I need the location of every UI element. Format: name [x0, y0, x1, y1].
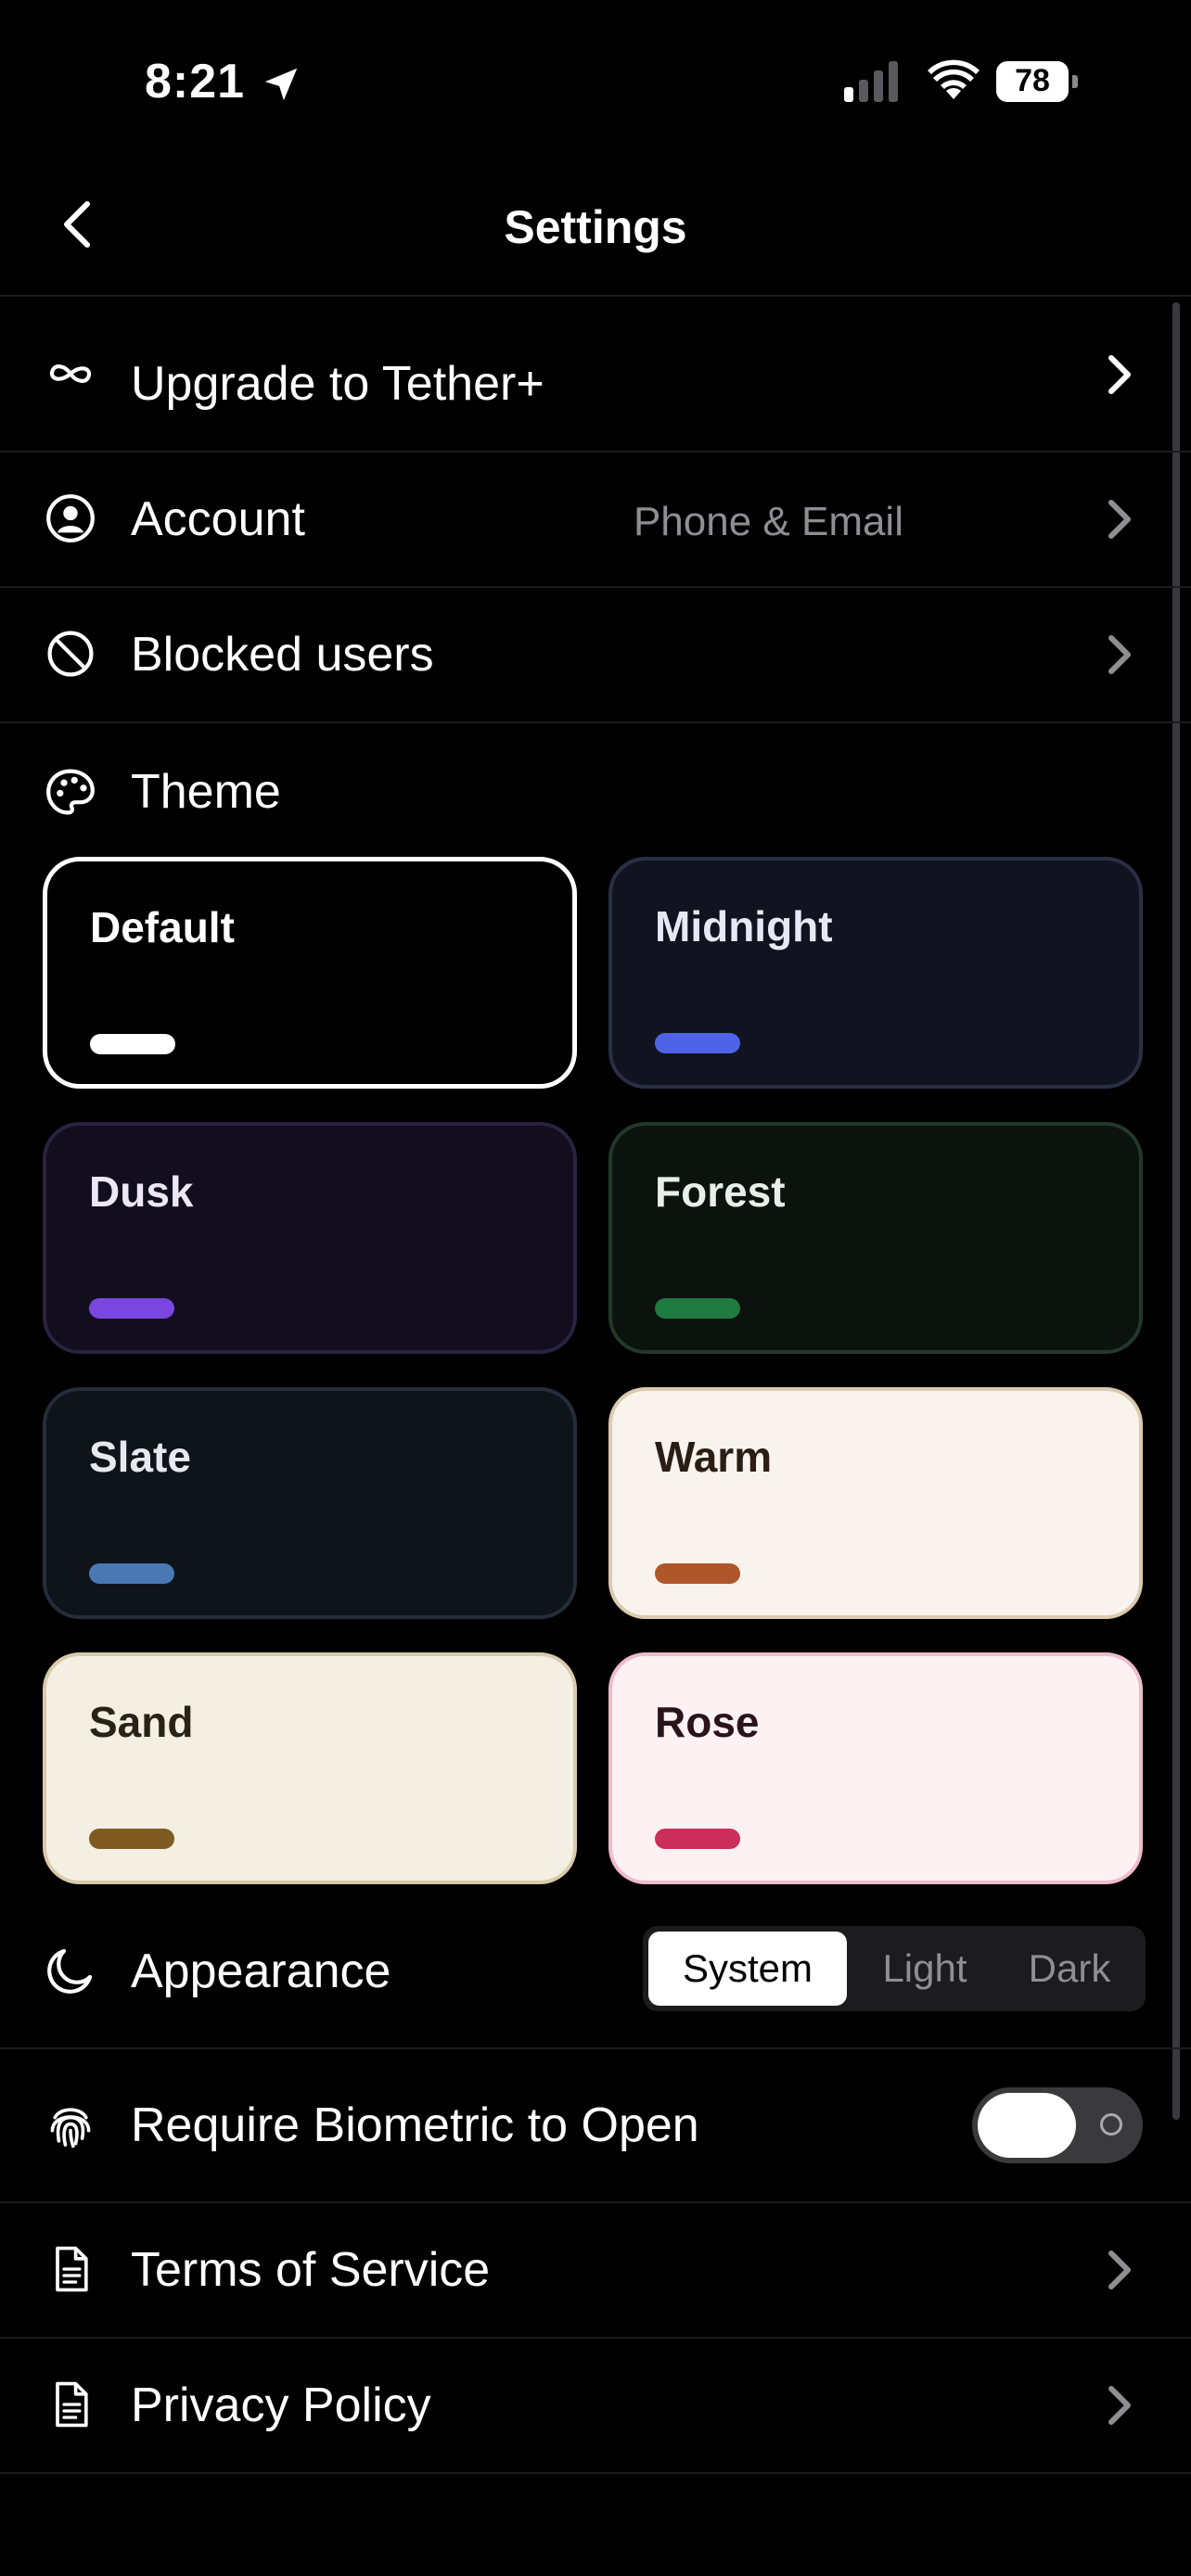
appearance-option-light[interactable]: Light	[851, 1932, 999, 2006]
status-bar: 8:21 78	[0, 0, 1191, 158]
theme-accent-swatch	[89, 1298, 174, 1319]
terms-label: Terms of Service	[131, 2243, 491, 2297]
appearance-label: Appearance	[131, 1945, 391, 1998]
theme-name: Forest	[655, 1167, 786, 1216]
theme-accent-swatch	[655, 1829, 740, 1849]
theme-name: Dusk	[89, 1167, 194, 1216]
theme-card-slate[interactable]: Slate	[43, 1387, 577, 1619]
theme-accent-swatch	[655, 1033, 740, 1053]
status-time: 8:21	[145, 55, 246, 108]
document-icon	[56, 2381, 88, 2428]
upgrade-label: Upgrade to Tether+	[131, 357, 544, 411]
wifi-icon	[928, 59, 980, 99]
theme-name: Slate	[89, 1433, 191, 1481]
theme-accent-swatch	[655, 1563, 740, 1584]
theme-name: Warm	[655, 1433, 773, 1481]
user-circle-icon	[46, 494, 95, 542]
navigation-bar: Settings	[0, 158, 1191, 297]
infinity-icon	[49, 364, 92, 383]
theme-card-rose[interactable]: Rose	[608, 1652, 1143, 1884]
appearance-segmented-control: System Light Dark	[643, 1926, 1146, 2011]
theme-accent-swatch	[655, 1298, 740, 1319]
terms-row[interactable]: Terms of Service	[0, 2201, 1191, 2339]
account-value: Phone & Email	[633, 499, 903, 544]
blocked-icon	[47, 631, 94, 677]
location-arrow-icon	[264, 68, 298, 101]
blocked-users-label: Blocked users	[131, 628, 434, 682]
battery-level: 78	[1015, 63, 1050, 98]
theme-card-midnight[interactable]: Midnight	[608, 857, 1143, 1089]
appearance-option-system[interactable]: System	[648, 1932, 847, 2006]
blocked-users-row[interactable]: Blocked users	[0, 586, 1191, 723]
theme-card-dusk[interactable]: Dusk	[43, 1122, 577, 1354]
toggle-off-indicator	[1100, 2113, 1122, 2136]
document-icon	[56, 2246, 88, 2292]
chevron-right-icon	[1108, 2251, 1131, 2289]
theme-accent-swatch	[90, 1034, 175, 1054]
theme-name: Default	[90, 903, 235, 951]
theme-accent-swatch	[89, 1563, 174, 1584]
fingerprint-icon	[50, 2108, 91, 2149]
upgrade-row[interactable]: Upgrade to Tether+	[0, 297, 1191, 453]
theme-accent-swatch	[89, 1829, 174, 1849]
chevron-right-icon	[1108, 2386, 1131, 2425]
biometric-toggle[interactable]	[972, 2087, 1143, 2163]
chevron-right-icon	[1108, 500, 1131, 539]
page-title: Settings	[504, 201, 687, 253]
theme-name: Rose	[655, 1698, 760, 1746]
privacy-label: Privacy Policy	[131, 2378, 431, 2432]
account-row[interactable]: Account Phone & Email	[0, 451, 1191, 588]
theme-card-warm[interactable]: Warm	[608, 1387, 1143, 1619]
palette-icon	[46, 769, 95, 815]
toggle-knob	[978, 2093, 1076, 2158]
moon-icon	[47, 1948, 93, 1994]
biometric-label: Require Biometric to Open	[131, 2098, 699, 2152]
theme-header: Theme	[0, 721, 1191, 851]
theme-name: Midnight	[655, 902, 833, 950]
battery-icon: 78	[996, 61, 1078, 102]
appearance-option-dark[interactable]: Dark	[999, 1932, 1140, 2006]
theme-card-forest[interactable]: Forest	[608, 1122, 1143, 1354]
theme-card-sand[interactable]: Sand	[43, 1652, 577, 1884]
theme-name: Sand	[89, 1698, 194, 1746]
cellular-signal-icon	[844, 61, 898, 102]
theme-label: Theme	[131, 765, 281, 819]
theme-card-default[interactable]: Default	[43, 857, 577, 1089]
chevron-right-icon	[1108, 355, 1131, 394]
privacy-row[interactable]: Privacy Policy	[0, 2337, 1191, 2474]
chevron-right-icon	[1108, 635, 1131, 674]
account-label: Account	[131, 492, 305, 546]
